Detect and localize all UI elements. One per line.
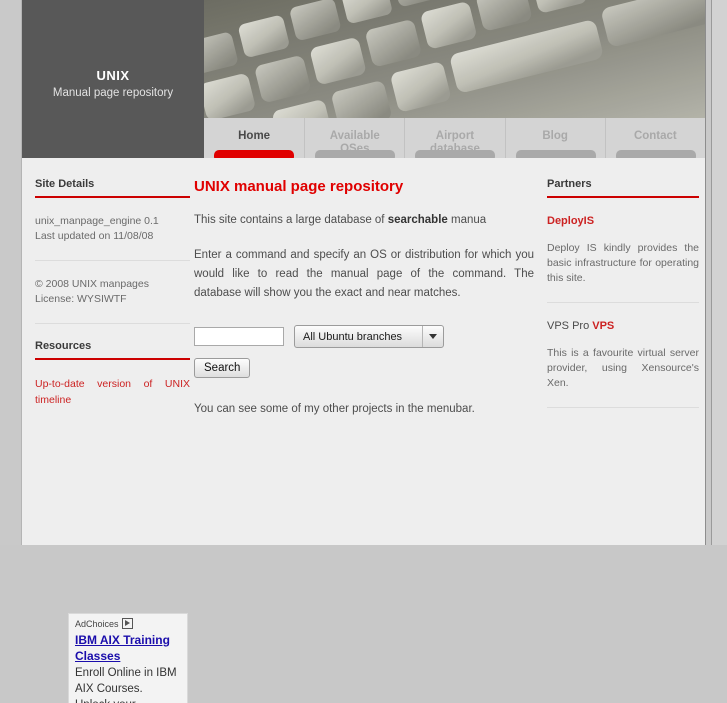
divider <box>35 323 190 324</box>
page-content: Site Details unix_manpage_engine 0.1 Las… <box>22 158 705 545</box>
heading-rule <box>35 196 190 198</box>
ad-block: AdChoices IBM AIX Training Classes Enrol… <box>68 613 188 703</box>
intro-text-post: manua <box>448 214 486 226</box>
nav-item-label: Home <box>204 130 304 143</box>
nav-item-blog[interactable]: Blog <box>505 118 605 158</box>
site-details-engine: unix_manpage_engine 0.1 <box>35 214 190 229</box>
divider <box>547 302 699 303</box>
nav-item-available-oses[interactable]: Available OSes <box>304 118 404 158</box>
partners-list: DeployIS Deploy IS kindly provides the ba… <box>547 214 699 408</box>
site-header: UNIX Manual page repository HomeAvailabl… <box>22 0 705 158</box>
nav-item-airport-database[interactable]: Airport database <box>404 118 504 158</box>
keyboard-image <box>204 0 705 118</box>
ad-body-text: Enroll Online in IBM AIX Courses. Unlock… <box>69 664 187 703</box>
chevron-down-icon <box>422 326 443 347</box>
ad-headline-link[interactable]: IBM AIX Training Classes <box>69 631 187 664</box>
nav-item-label: Blog <box>506 130 605 143</box>
partner-description: Deploy IS kindly provides the basic infr… <box>547 241 699 286</box>
divider <box>547 407 699 408</box>
search-button[interactable]: Search <box>194 358 250 378</box>
vertical-scrollbar[interactable] <box>711 0 727 545</box>
sidebar-right: Partners DeployIS Deploy IS kindly provid… <box>547 178 699 424</box>
brand-subtitle: Manual page repository <box>22 87 204 99</box>
site-brand[interactable]: UNIX Manual page repository <box>22 0 204 158</box>
resources-heading: Resources <box>35 340 190 358</box>
search-input[interactable] <box>194 327 284 346</box>
adchoices-control[interactable]: AdChoices <box>69 614 187 631</box>
adchoices-arrow-icon <box>122 618 133 629</box>
site-container: UNIX Manual page repository HomeAvailabl… <box>22 0 705 545</box>
sidebar-left: Site Details unix_manpage_engine 0.1 Las… <box>35 178 190 408</box>
nav-item-label: Contact <box>606 130 705 143</box>
os-select[interactable]: All Ubuntu branches <box>294 325 444 348</box>
adchoices-label: AdChoices <box>75 619 119 629</box>
intro-text-bold: searchable <box>388 214 448 226</box>
projects-paragraph: You can see some of my other projects in… <box>194 400 534 419</box>
site-right-edge <box>705 0 706 545</box>
intro-text-pre: This site contains a large database of <box>194 214 388 226</box>
os-select-value: All Ubuntu branches <box>295 331 402 343</box>
page-title: UNIX manual page repository <box>194 178 539 195</box>
header-keyboard-photo <box>204 0 705 118</box>
main-navigation: HomeAvailable OSesAirport databaseBlogCo… <box>204 118 705 158</box>
intro-paragraph: This site contains a large database of s… <box>194 211 534 230</box>
partner-name: DeployIS <box>547 215 594 227</box>
nav-item-home[interactable]: Home <box>204 118 304 158</box>
brand-title: UNIX <box>22 68 204 83</box>
partner-name-link[interactable]: DeployIS <box>547 214 699 229</box>
partners-heading: Partners <box>547 178 699 196</box>
partner-name: VPS Pro <box>547 320 592 332</box>
heading-rule <box>35 358 190 360</box>
partner-name-link[interactable]: VPS Pro VPS <box>547 319 699 334</box>
partner-name-accent: VPS <box>592 320 614 332</box>
main-column: UNIX manual page repository This site co… <box>194 178 539 435</box>
search-form: All Ubuntu branches <box>194 325 539 348</box>
site-details-copyright: © 2008 UNIX manpages <box>35 277 190 292</box>
heading-rule <box>547 196 699 198</box>
partner-description: This is a favourite virtual server provi… <box>547 346 699 391</box>
site-details-license: License: WYSIWTF <box>35 292 190 307</box>
divider <box>35 260 190 261</box>
browser-viewport: UNIX Manual page repository HomeAvailabl… <box>0 0 727 545</box>
site-details-heading: Site Details <box>35 178 190 196</box>
scrollbar-thumb[interactable] <box>714 0 726 300</box>
site-details-updated: Last updated on 11/08/08 <box>35 229 190 244</box>
resources-timeline-link[interactable]: Up-to-date version of UNIX timeline <box>35 376 190 408</box>
instructions-paragraph: Enter a command and specify an OS or dis… <box>194 246 534 303</box>
nav-item-contact[interactable]: Contact <box>605 118 705 158</box>
